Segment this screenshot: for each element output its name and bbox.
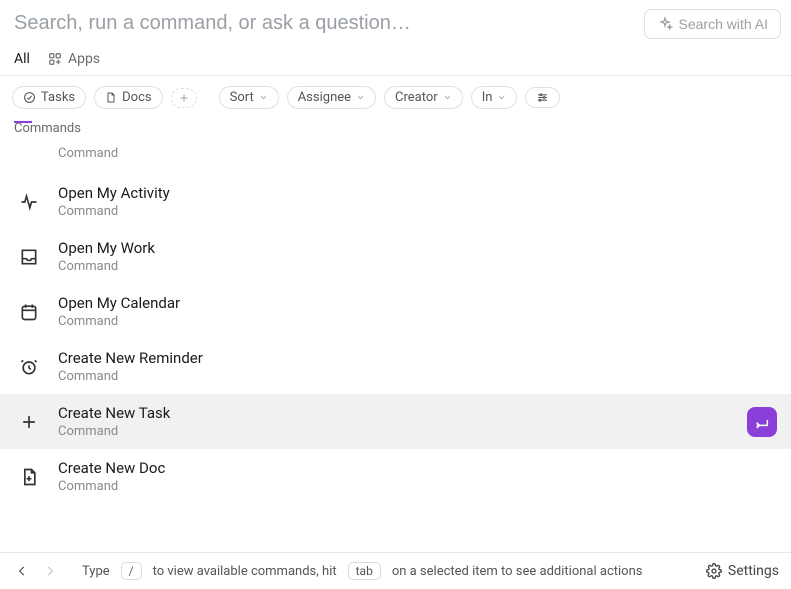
activity-icon: [18, 191, 40, 213]
command-subtitle: Command: [58, 424, 729, 439]
chevron-down-icon: [443, 93, 452, 102]
search-with-ai-label: Search with AI: [679, 16, 769, 32]
chevron-down-icon: [497, 93, 506, 102]
sort-dropdown[interactable]: Sort: [219, 86, 279, 109]
commands-list[interactable]: Command Open My Activity Command Open My…: [0, 142, 791, 552]
tab-apps[interactable]: Apps: [48, 51, 100, 75]
sliders-icon: [536, 91, 549, 104]
keycap-tab: tab: [348, 562, 381, 580]
command-create-new-doc[interactable]: Create New Doc Command: [0, 449, 791, 504]
command-subtitle: Command: [58, 204, 777, 219]
settings-button[interactable]: Settings: [706, 563, 779, 579]
inbox-icon: [18, 246, 40, 268]
keycap-slash: /: [121, 562, 142, 580]
footer-bar: Type / to view available commands, hit t…: [0, 552, 791, 589]
filter-add-button[interactable]: [171, 88, 197, 108]
command-title: Open My Calendar: [58, 294, 777, 312]
doc-plus-icon: [18, 466, 40, 488]
footer-hint-pre: Type: [82, 564, 110, 579]
command-title: Open My Activity: [58, 184, 777, 202]
plus-icon: [18, 411, 40, 433]
apps-icon: [48, 52, 62, 66]
check-circle-icon: [23, 91, 36, 104]
filters-row: Tasks Docs Sort Assignee Creator In: [0, 76, 791, 119]
filter-docs[interactable]: Docs: [94, 86, 162, 109]
command-title: Open My Work: [58, 239, 777, 257]
chevron-down-icon: [259, 93, 268, 102]
in-dropdown[interactable]: In: [471, 86, 518, 109]
filter-tasks[interactable]: Tasks: [12, 86, 86, 109]
command-open-my-work[interactable]: Open My Work Command: [0, 229, 791, 284]
nav-forward-button: [40, 561, 60, 581]
command-create-new-reminder[interactable]: Create New Reminder Command: [0, 339, 791, 394]
command-subtitle: Command: [58, 259, 777, 274]
command-title: Create New Reminder: [58, 349, 777, 367]
command-create-new-task[interactable]: Create New Task Command: [0, 394, 791, 449]
footer-hint-post: on a selected item to see additional act…: [392, 564, 643, 579]
command-subtitle: Command: [58, 146, 777, 161]
blank-icon: [18, 142, 40, 164]
command-row-truncated[interactable]: Command: [0, 142, 791, 174]
enter-key-badge: [747, 407, 777, 437]
command-subtitle: Command: [58, 314, 777, 329]
search-with-ai-button[interactable]: Search with AI: [644, 9, 782, 39]
search-input[interactable]: [14, 6, 636, 41]
alarm-icon: [18, 356, 40, 378]
nav-back-button[interactable]: [12, 561, 32, 581]
footer-hint-mid: to view available commands, hit: [153, 564, 337, 579]
chevron-down-icon: [356, 93, 365, 102]
command-subtitle: Command: [58, 369, 777, 384]
active-tab-underline: [14, 121, 32, 123]
doc-icon: [105, 91, 117, 104]
gear-icon: [706, 563, 722, 579]
calendar-icon: [18, 301, 40, 323]
command-open-my-activity[interactable]: Open My Activity Command: [0, 174, 791, 229]
command-open-my-calendar[interactable]: Open My Calendar Command: [0, 284, 791, 339]
commands-section-label: Commands: [0, 119, 791, 142]
command-title: Create New Doc: [58, 459, 777, 477]
filter-settings-button[interactable]: [525, 87, 560, 108]
command-subtitle: Command: [58, 479, 777, 494]
command-title: Create New Task: [58, 404, 729, 422]
tab-all[interactable]: All: [14, 51, 30, 75]
sparkle-icon: [657, 16, 673, 32]
assignee-dropdown[interactable]: Assignee: [287, 86, 376, 109]
settings-label: Settings: [728, 563, 779, 579]
creator-dropdown[interactable]: Creator: [384, 86, 463, 109]
